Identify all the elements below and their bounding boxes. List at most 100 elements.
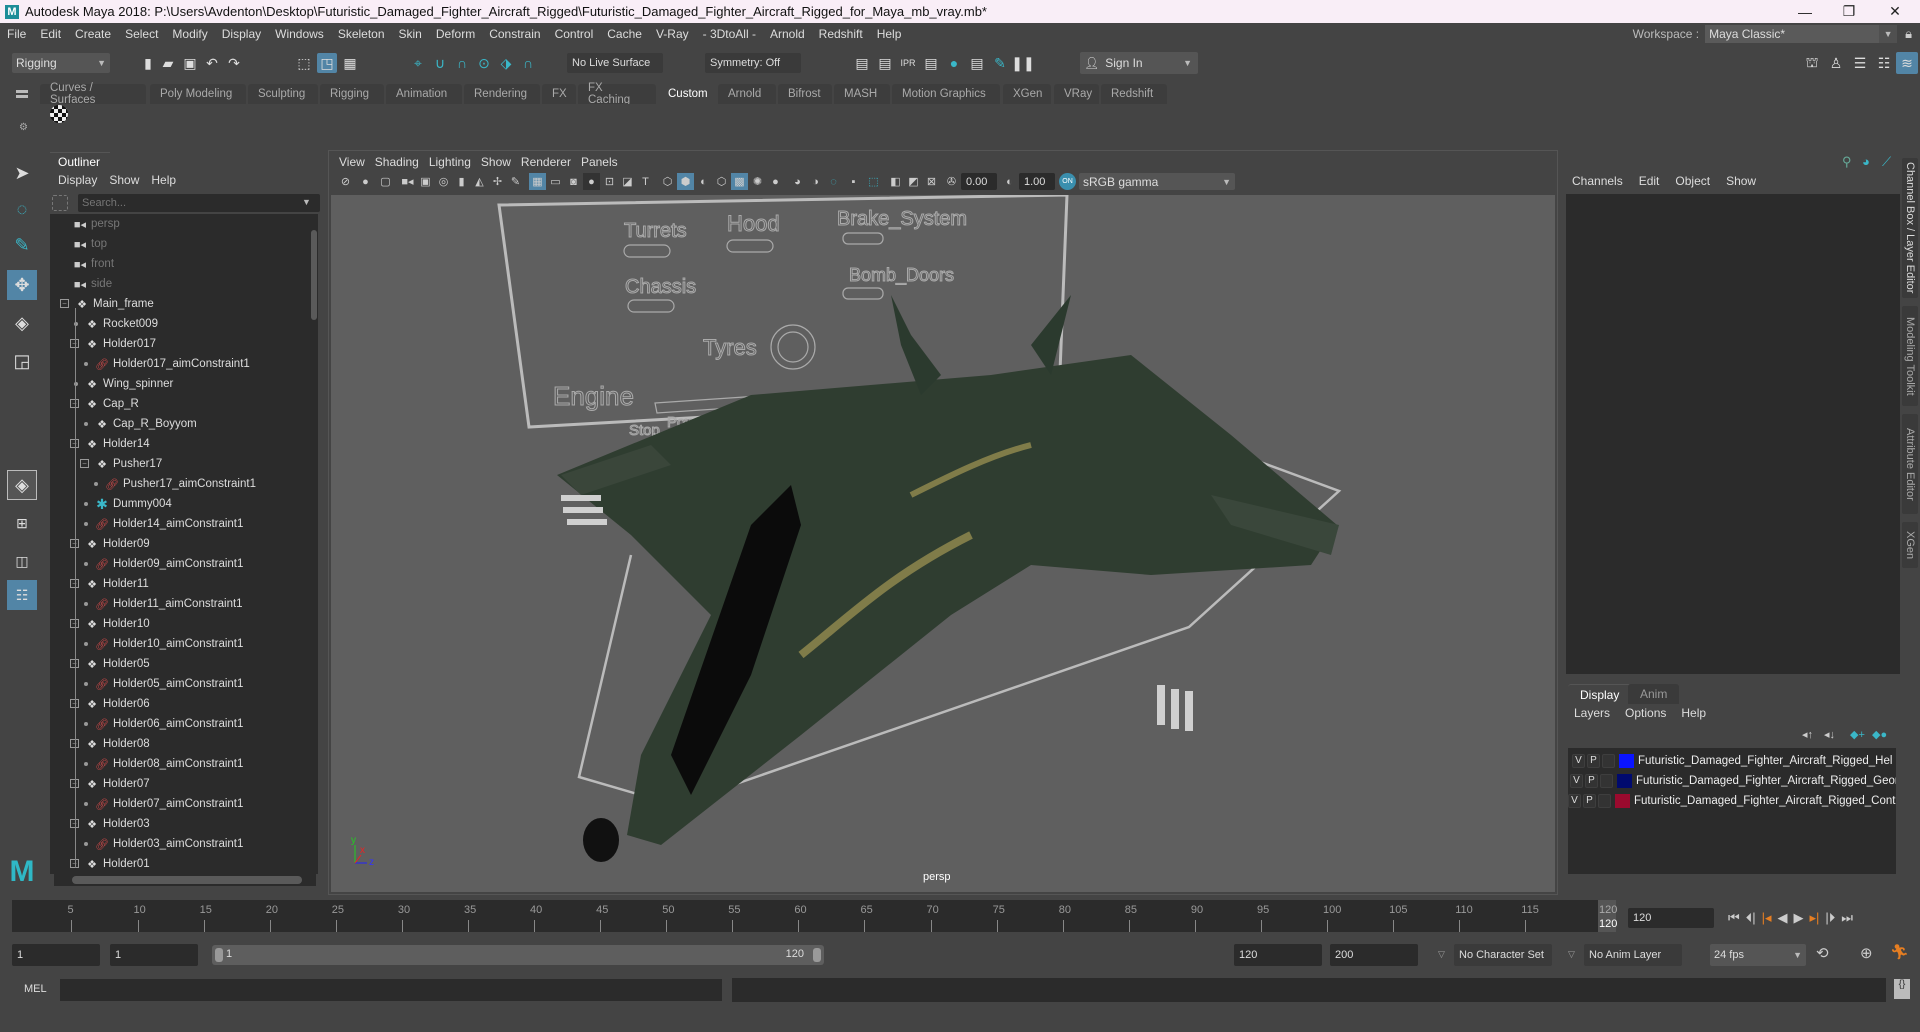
auto-key-icon[interactable]: ⊕ [1860, 944, 1873, 962]
undo-icon[interactable]: ↶ [202, 53, 222, 73]
channel-box-menu-edit[interactable]: Edit [1639, 174, 1660, 188]
outliner-item[interactable]: −❖Holder09 [70, 534, 150, 554]
anim-layer-field[interactable]: No Anim Layer [1584, 944, 1682, 966]
loop-icon[interactable]: ⟲ [1816, 944, 1829, 962]
time-slider[interactable]: 5 10 15 20 25 30 35 40 45 50 55 60 65 70 75 80 85 90 95 100… [12, 900, 1616, 932]
tab-channel-box-layer-editor[interactable]: Channel Box / Layer Editor [1902, 158, 1918, 298]
layer-row[interactable]: V P Futuristic_Damaged_Fighter_Aircraft_Ri… [1570, 772, 1896, 790]
snap-plane-icon[interactable]: ∩ [518, 53, 538, 73]
camera-attributes-icon[interactable]: ◎ [435, 173, 452, 190]
shelf-tab-curves-surfaces[interactable]: Curves / Surfaces [40, 82, 146, 106]
menu-windows[interactable]: Windows [268, 27, 331, 41]
shelf-menu-icon[interactable] [16, 90, 28, 93]
camera-icon[interactable]: ■◂ [399, 173, 416, 190]
render-settings-icon[interactable]: ▤ [921, 53, 941, 73]
go-to-start-icon[interactable]: ⏮ [1728, 910, 1740, 926]
render-view-icon[interactable]: ▤ [852, 53, 872, 73]
outliner-item[interactable]: ■◂ front [72, 254, 114, 274]
shelf-tab-animation[interactable]: Animation [386, 84, 462, 104]
layer-display-type-toggle[interactable] [1602, 754, 1615, 768]
shelf-tab-bifrost[interactable]: Bifrost [778, 84, 832, 104]
outliner-item[interactable]: 🔗︎ Holder06_aimConstraint1 [84, 714, 243, 734]
select-hierarchy-icon[interactable]: ⬚ [294, 53, 314, 73]
paint-select-tool-icon[interactable]: ✎ [7, 230, 37, 260]
xray-icon[interactable]: ▪ [845, 173, 862, 190]
rotate-tool-icon[interactable]: ◈ [7, 308, 37, 338]
outliner-item[interactable]: −❖Holder14 [70, 434, 150, 454]
search-dropdown-icon[interactable]: ▼ [302, 197, 311, 207]
menu-skin[interactable]: Skin [392, 27, 429, 41]
lasso-tool-icon[interactable]: ◌ [7, 194, 37, 224]
channel-box-menu-channels[interactable]: Channels [1572, 174, 1623, 188]
two-pane-layout-icon[interactable]: ◫ [7, 546, 37, 576]
outliner-menu-show[interactable]: Show [109, 173, 139, 187]
exposure-field[interactable]: 0.00 [961, 173, 997, 190]
lock-icon[interactable]: 🔒︎ [1905, 26, 1912, 42]
scroll-thumb[interactable] [311, 230, 317, 320]
menu-arnold[interactable]: Arnold [763, 27, 812, 41]
menu-edit[interactable]: Edit [33, 27, 68, 41]
render-frame-icon[interactable]: ▤ [875, 53, 895, 73]
menu-modify[interactable]: Modify [165, 27, 214, 41]
range-end-handle[interactable] [813, 948, 821, 962]
current-time-marker[interactable]: 120 120 [1598, 900, 1617, 932]
anim-layer-dropdown-icon[interactable]: ▽ [1568, 949, 1575, 960]
outliner-horizontal-scrollbar[interactable] [54, 874, 316, 886]
scale-manip-icon[interactable]: ⟋ [1882, 154, 1891, 170]
outliner-item[interactable]: −❖Holder01 [70, 854, 150, 874]
new-scene-icon[interactable]: ▮ [138, 53, 158, 73]
sign-in-button[interactable]: 👤︎ Sign In ▼ [1080, 52, 1198, 74]
hud-icon[interactable]: ⊠ [923, 173, 940, 190]
2d-pan-zoom-icon[interactable]: ✢ [489, 173, 506, 190]
shadows-icon[interactable]: ● [767, 173, 784, 190]
outliner-item[interactable]: 🔗︎ Holder05_aimConstraint1 [84, 674, 243, 694]
grease-pencil-icon[interactable]: ✎ [507, 173, 524, 190]
menu-v-ray[interactable]: V-Ray [649, 27, 696, 41]
character-set-dropdown-icon[interactable]: ▽ [1438, 949, 1445, 960]
scroll-thumb[interactable] [72, 876, 302, 884]
move-layer-up-icon[interactable]: ◂↑ [1802, 728, 1813, 741]
layer-playback-toggle[interactable]: P [1585, 774, 1598, 788]
outliner-item[interactable]: −❖Holder017 [70, 334, 156, 354]
character-set-field[interactable]: No Character Set [1454, 944, 1552, 966]
xray-joints-icon[interactable]: ◧ [887, 173, 904, 190]
menu-help[interactable]: Help [870, 27, 909, 41]
step-forward-frame-icon[interactable]: |⏵︎ [1825, 910, 1835, 926]
pause-icon[interactable]: ❚❚ [1011, 53, 1034, 73]
outliner-item[interactable]: 🔗︎ Holder08_aimConstraint1 [84, 754, 243, 774]
snap-curve-icon[interactable]: ∪ [430, 53, 450, 73]
open-scene-icon[interactable]: ▰ [158, 53, 178, 73]
isolate-select-icon[interactable]: ⬚ [865, 173, 882, 190]
outliner-item[interactable]: −❖Holder10 [70, 614, 150, 634]
wireframe-icon[interactable]: ⬡ [659, 173, 676, 190]
outliner-item[interactable]: − ❖ Pusher17 [80, 454, 162, 474]
film-gate-icon[interactable]: ▭ [547, 173, 564, 190]
safe-action-icon[interactable]: ◪ [619, 173, 636, 190]
ipr-render-icon[interactable]: IPR [898, 53, 918, 73]
animation-preferences-icon[interactable]: 🏃︎ [1890, 943, 1909, 961]
layer-row[interactable]: V P Futuristic_Damaged_Fighter_Aircraft_Ri… [1568, 792, 1896, 810]
shelf-tab-sculpting[interactable]: Sculpting [248, 84, 318, 104]
shelf-tab-rendering[interactable]: Rendering [464, 84, 540, 104]
shelf-tab-xgen[interactable]: XGen [1003, 84, 1051, 104]
workspace-dropdown[interactable]: Maya Classic* ▼ [1705, 24, 1898, 43]
shelf-tab-redshift[interactable]: Redshift [1101, 84, 1167, 104]
layer-color-swatch[interactable] [1619, 754, 1634, 768]
layer-playback-toggle[interactable]: P [1587, 754, 1600, 768]
play-forwards-icon[interactable]: ▶ [1794, 910, 1804, 926]
shelf-tab-vray[interactable]: VRay [1054, 84, 1099, 104]
attribute-editor-icon[interactable]: ☰ [1850, 53, 1870, 73]
menu-skeleton[interactable]: Skeleton [331, 27, 392, 41]
select-object-icon[interactable]: ◳ [317, 53, 337, 73]
smooth-shade-icon[interactable]: ⬢ [677, 173, 694, 190]
range-start-handle[interactable] [215, 948, 223, 962]
symmetry-field[interactable]: Symmetry: Off [705, 53, 801, 73]
outliner-item[interactable]: −❖Holder11 [70, 574, 149, 594]
menu-create[interactable]: Create [68, 27, 118, 41]
view-transform-dropdown[interactable]: sRGB gamma ▼ [1079, 173, 1235, 190]
viewport-menu-show[interactable]: Show [481, 155, 511, 169]
outliner-item[interactable]: ■◂ top [72, 234, 107, 254]
layer-playback-toggle[interactable]: P [1583, 794, 1596, 808]
outliner-item[interactable]: 🔗︎ Pusher17_aimConstraint1 [94, 474, 256, 494]
command-input[interactable] [60, 979, 722, 1001]
